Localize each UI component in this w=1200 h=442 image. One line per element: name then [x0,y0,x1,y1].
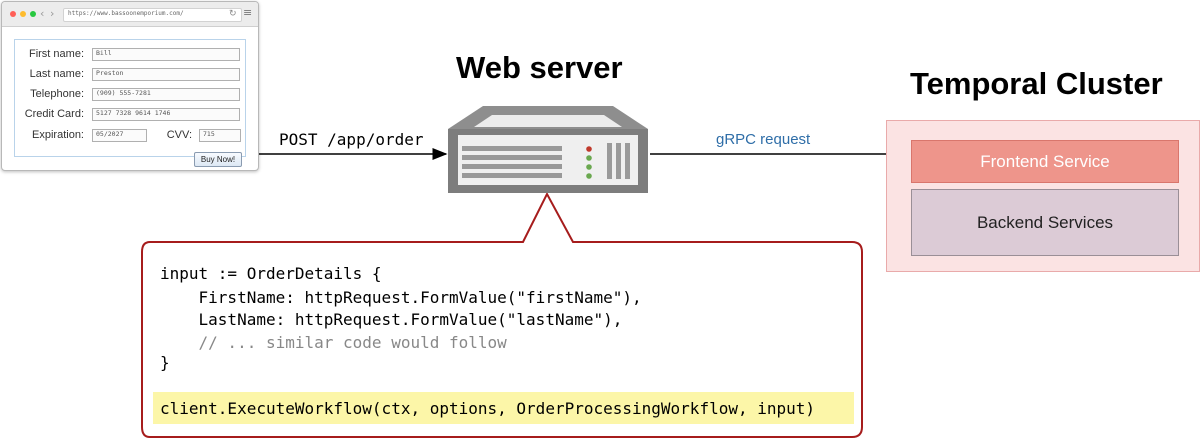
post-request-label: POST /app/order [279,130,424,149]
address-bar[interactable]: https://www.bassoonemporium.com/ ↻ [63,8,242,22]
web-server-title: Web server [456,50,623,85]
grpc-request-label: gRPC request [716,131,811,148]
browser-toolbar: ‹ › https://www.bassoonemporium.com/ ↻ ≡ [2,2,258,27]
reload-icon[interactable]: ↻ [229,8,237,19]
close-dot-icon[interactable] [10,11,16,17]
last-name-value: Preston [96,69,124,77]
server-icon [448,106,648,193]
telephone-field[interactable]: (909) 555-7281 [92,88,240,101]
code-line-1: input := OrderDetails { [160,264,382,283]
forward-icon[interactable]: › [50,7,54,20]
last-name-label: Last name: [29,68,84,80]
credit-card-field[interactable]: 5127 7328 9614 1746 [92,108,240,121]
url-text: https://www.bassoonemporium.com/ [68,10,184,17]
code-comment-line: // ... similar code would follow [160,333,507,352]
credit-card-label: Credit Card: [24,108,84,120]
minimize-dot-icon[interactable] [20,11,26,17]
buy-now-button[interactable]: Buy Now! [194,152,242,167]
maximize-dot-icon[interactable] [30,11,36,17]
execute-workflow-line: client.ExecuteWorkflow(ctx, options, Ord… [160,399,816,418]
temporal-cluster-title: Temporal Cluster [910,66,1163,101]
expiration-field[interactable]: 05/2027 [92,129,147,142]
credit-card-value: 5127 7328 9614 1746 [96,109,171,117]
cvv-label: CVV: [166,129,192,141]
last-name-field[interactable]: Preston [92,68,240,81]
browser-window: ‹ › https://www.bassoonemporium.com/ ↻ ≡… [1,1,259,171]
menu-icon[interactable]: ≡ [243,6,252,19]
cvv-field[interactable]: 715 [199,129,241,142]
cvv-value: 715 [203,130,215,138]
expiration-label: Expiration: [32,129,84,141]
code-line-3: LastName: httpRequest.FormValue("lastNam… [160,310,623,329]
telephone-value: (909) 555-7281 [96,89,151,97]
code-line-5: } [160,353,170,372]
first-name-label: First name: [28,48,84,60]
first-name-value: Bill [96,49,112,57]
back-icon[interactable]: ‹ [40,7,44,20]
first-name-field[interactable]: Bill [92,48,240,61]
telephone-label: Telephone: [30,88,84,100]
backend-services-box: Backend Services [911,189,1179,256]
expiration-value: 05/2027 [96,130,124,138]
frontend-service-box: Frontend Service [911,140,1179,183]
code-line-2: FirstName: httpRequest.FormValue("firstN… [160,288,642,307]
